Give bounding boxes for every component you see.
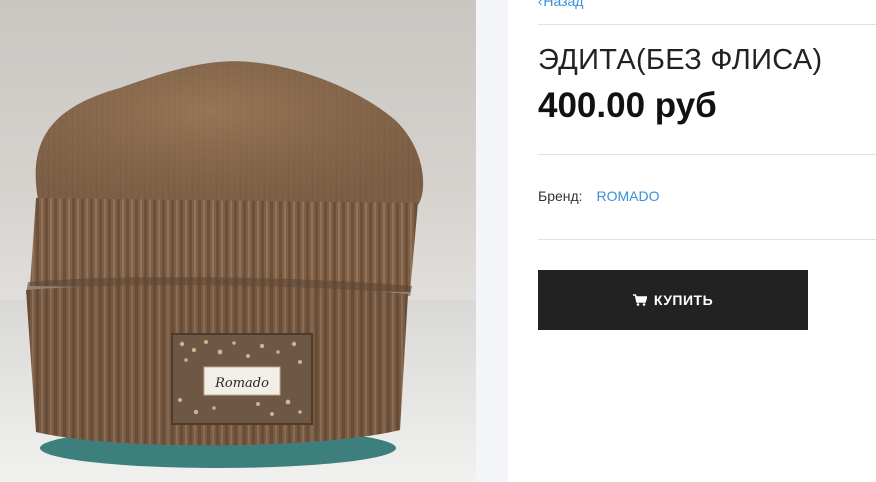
brand-link[interactable]: ROMADO [596, 188, 659, 204]
divider [538, 239, 876, 240]
product-title: ЭДИТА(БЕЗ ФЛИСА) [538, 44, 823, 76]
cart-icon [632, 294, 647, 306]
gutter [476, 0, 508, 482]
buy-button-label: КУПИТЬ [653, 292, 714, 308]
brand-label: Бренд: [538, 188, 583, 204]
brand-row: Бренд: ROMADO [538, 188, 659, 204]
chevron-left-icon: ‹ [538, 0, 543, 9]
divider [538, 24, 876, 25]
product-info: ‹Назад ЭДИТА(БЕЗ ФЛИСА) 400.00 руб Бренд… [538, 0, 876, 482]
patch-text: Romado [214, 376, 269, 391]
product-image[interactable]: Romado [0, 0, 476, 482]
back-link[interactable]: ‹Назад [538, 0, 583, 9]
product-price: 400.00 руб [538, 86, 717, 125]
back-link-label: Назад [543, 0, 584, 9]
buy-button[interactable]: КУПИТЬ [538, 270, 808, 330]
divider [538, 154, 876, 155]
hat-photo: Romado [0, 61, 476, 482]
